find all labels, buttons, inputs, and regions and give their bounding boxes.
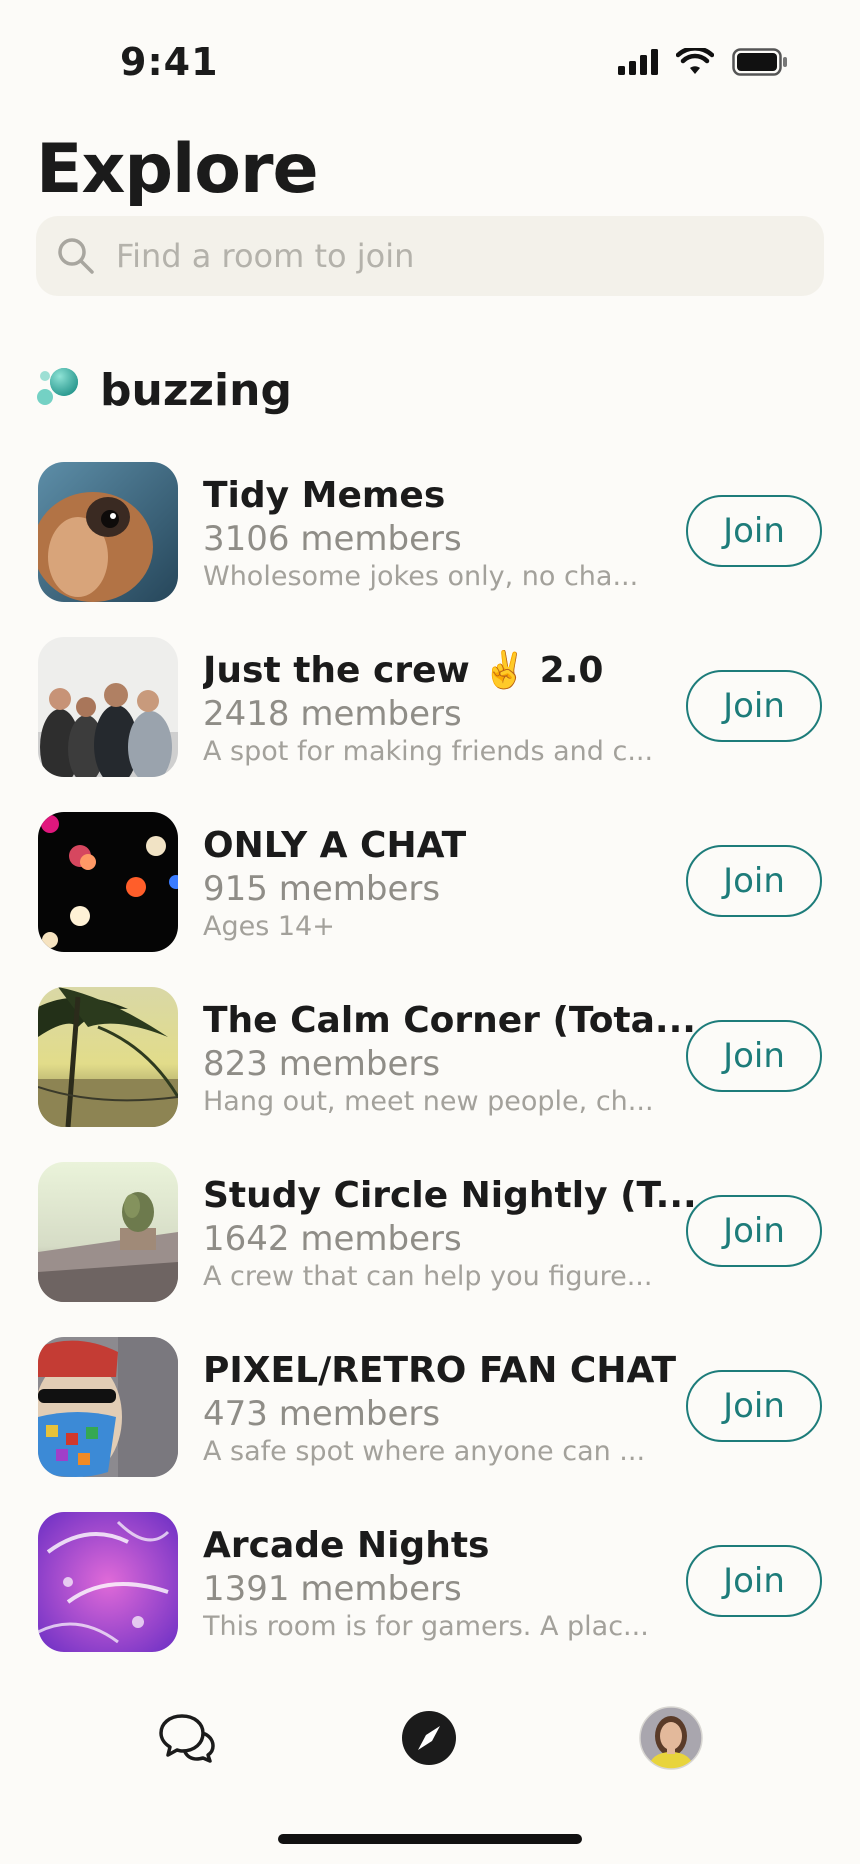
- room-thumbnail: [38, 1337, 178, 1477]
- join-button[interactable]: Join: [686, 1020, 822, 1092]
- room-members: 1642 members: [203, 1219, 462, 1259]
- join-button[interactable]: Join: [686, 845, 822, 917]
- compass-icon: [401, 1710, 457, 1770]
- room-thumbnail: [38, 987, 178, 1127]
- wifi-icon: [675, 46, 715, 80]
- room-name: Just the crew ✌️ 2.0: [203, 650, 604, 691]
- room-members: 2418 members: [203, 694, 462, 734]
- battery-icon: [732, 48, 788, 80]
- room-name: Arcade Nights: [203, 1525, 490, 1566]
- tab-profile[interactable]: [631, 1700, 711, 1780]
- room-info: Tidy Memes 3106 members Wholesome jokes …: [203, 474, 703, 594]
- home-indicator: [278, 1834, 582, 1844]
- room-description: Wholesome jokes only, no cha...: [203, 561, 639, 592]
- section-header: buzzing: [36, 360, 292, 420]
- status-time: 9:41: [120, 40, 219, 84]
- room-info: Just the crew ✌️ 2.0 2418 members A spot…: [203, 649, 703, 769]
- tab-explore[interactable]: [389, 1700, 469, 1780]
- join-button[interactable]: Join: [686, 1545, 822, 1617]
- room-info: PIXEL/RETRO FAN CHAT 473 members A safe …: [203, 1349, 703, 1469]
- search-input[interactable]: [114, 236, 758, 276]
- room-thumbnail: [38, 1512, 178, 1652]
- room-thumbnail: [38, 637, 178, 777]
- room-name: The Calm Corner (Tota...: [203, 1000, 696, 1041]
- room-description: Ages 14+: [203, 911, 335, 942]
- room-thumbnail: [38, 812, 178, 952]
- room-name: Tidy Memes: [203, 475, 446, 516]
- page-title: Explore: [36, 130, 319, 209]
- room-members: 3106 members: [203, 519, 462, 559]
- room-name: Study Circle Nightly (T...: [203, 1175, 697, 1216]
- chat-bubbles-icon: [158, 1712, 216, 1768]
- room-item[interactable]: PIXEL/RETRO FAN CHAT 473 members A safe …: [36, 1335, 836, 1510]
- room-info: Study Circle Nightly (T... 1642 members …: [203, 1174, 703, 1294]
- room-info: ONLY A CHAT 915 members Ages 14+: [203, 824, 703, 944]
- section-label: buzzing: [100, 364, 292, 416]
- room-item[interactable]: Just the crew ✌️ 2.0 2418 members A spot…: [36, 635, 836, 810]
- join-button[interactable]: Join: [686, 1195, 822, 1267]
- room-item[interactable]: Arcade Nights 1391 members This room is …: [36, 1510, 836, 1685]
- room-item[interactable]: ONLY A CHAT 915 members Ages 14+ Join: [36, 810, 836, 985]
- room-description: This room is for gamers. A plac...: [203, 1611, 649, 1642]
- room-thumbnail: [38, 1162, 178, 1302]
- status-icons: [618, 46, 788, 80]
- room-info: Arcade Nights 1391 members This room is …: [203, 1524, 703, 1644]
- room-members: 823 members: [203, 1044, 441, 1084]
- room-description: A crew that can help you figure...: [203, 1261, 653, 1292]
- search-icon: [50, 230, 102, 282]
- room-item[interactable]: Tidy Memes 3106 members Wholesome jokes …: [36, 460, 836, 635]
- status-bar: 9:41: [0, 0, 860, 120]
- room-members: 915 members: [203, 869, 441, 909]
- cellular-signal-icon: [618, 49, 658, 79]
- room-info: The Calm Corner (Tota... 823 members Han…: [203, 999, 703, 1119]
- room-list: Tidy Memes 3106 members Wholesome jokes …: [36, 460, 836, 1685]
- room-description: A spot for making friends and c...: [203, 736, 654, 767]
- room-item[interactable]: Study Circle Nightly (T... 1642 members …: [36, 1160, 836, 1335]
- room-item[interactable]: The Calm Corner (Tota... 823 members Han…: [36, 985, 836, 1160]
- room-members: 473 members: [203, 1394, 441, 1434]
- join-button[interactable]: Join: [686, 1370, 822, 1442]
- join-button[interactable]: Join: [686, 495, 822, 567]
- room-name: PIXEL/RETRO FAN CHAT: [203, 1350, 677, 1391]
- bubbles-icon: [36, 366, 80, 414]
- room-name: ONLY A CHAT: [203, 825, 467, 866]
- join-button[interactable]: Join: [686, 670, 822, 742]
- room-description: Hang out, meet new people, ch...: [203, 1086, 654, 1117]
- tab-chats[interactable]: [147, 1700, 227, 1780]
- room-members: 1391 members: [203, 1569, 462, 1609]
- room-thumbnail: [38, 462, 178, 602]
- tab-bar: [0, 1690, 860, 1790]
- search-bar[interactable]: [36, 216, 824, 296]
- avatar: [639, 1706, 703, 1774]
- room-description: A safe spot where anyone can ...: [203, 1436, 646, 1467]
